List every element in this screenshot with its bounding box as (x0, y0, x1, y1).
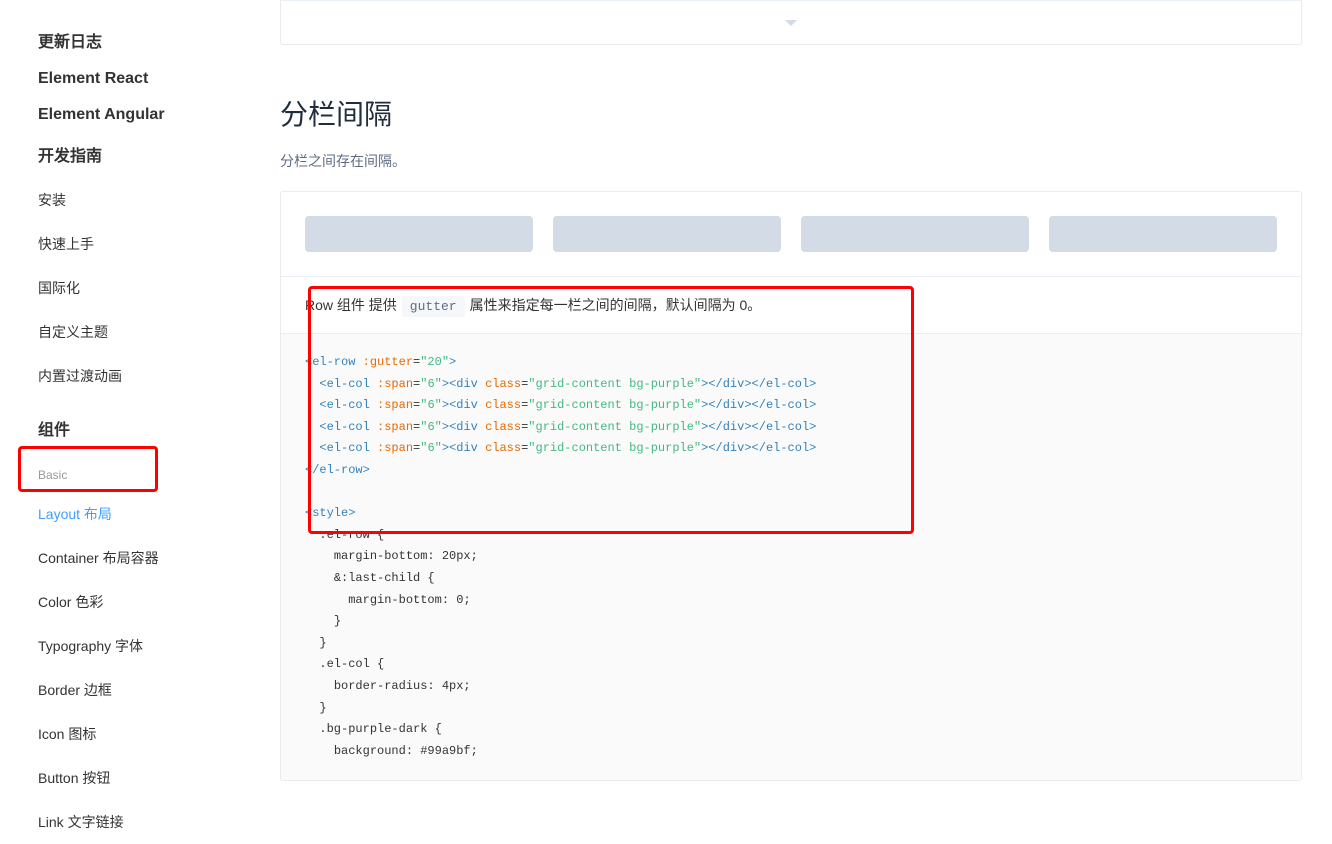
grid-block (801, 216, 1029, 252)
sidebar-item-container[interactable]: Container 布局容器 (38, 536, 280, 580)
demo-box-gutter: Row 组件 提供 gutter 属性来指定每一栏之间的间隔，默认间隔为 0。 <e… (280, 191, 1302, 781)
sidebar-group-devguide: 开发指南 (38, 142, 280, 166)
sidebar-item-react[interactable]: Element React (38, 70, 280, 88)
grid-col (543, 216, 791, 252)
sidebar-item-customtheme[interactable]: 自定义主题 (38, 310, 280, 354)
sidebar-item-quickstart[interactable]: 快速上手 (38, 222, 280, 266)
code-block: <el-row :gutter="20"> <el-col :span="6">… (281, 333, 1301, 780)
sidebar-subheading-basic: Basic (38, 452, 280, 492)
grid-block (305, 216, 533, 252)
grid-col (1039, 216, 1287, 252)
sidebar-item-button[interactable]: Button 按钮 (38, 756, 280, 800)
section-desc: 分栏之间存在间隔。 (280, 151, 1302, 171)
sidebar-item-layout[interactable]: Layout 布局 (38, 492, 280, 536)
main-content: 分栏间隔 分栏之间存在间隔。 Row 组件 提供 gutter 属性来指定每一栏之间… (280, 0, 1332, 782)
sidebar-group-components: 组件 (38, 416, 280, 440)
sidebar-item-icon[interactable]: Icon 图标 (38, 712, 280, 756)
grid-col (791, 216, 1039, 252)
demo-toggle-button[interactable] (281, 0, 1301, 44)
sidebar-item-transitions[interactable]: 内置过渡动画 (38, 354, 280, 398)
demo-meta: Row 组件 提供 gutter 属性来指定每一栏之间的间隔，默认间隔为 0。 (281, 276, 1301, 333)
prev-demo-box (280, 0, 1302, 45)
sidebar-item-i18n[interactable]: 国际化 (38, 266, 280, 310)
meta-inline-code: gutter (402, 296, 465, 317)
grid-row (295, 216, 1287, 252)
sidebar-item-link[interactable]: Link 文字链接 (38, 800, 280, 844)
sidebar-item-changelog[interactable]: 更新日志 (38, 28, 280, 52)
sidebar: 更新日志 Element React Element Angular 开发指南 … (0, 0, 280, 782)
meta-text-post: 属性来指定每一栏之间的间隔，默认间隔为 0。 (470, 297, 762, 313)
caret-down-icon (785, 20, 797, 26)
meta-text-pre: Row 组件 提供 (305, 297, 397, 313)
sidebar-item-install[interactable]: 安装 (38, 178, 280, 222)
sidebar-item-border[interactable]: Border 边框 (38, 668, 280, 712)
sidebar-item-angular[interactable]: Element Angular (38, 106, 280, 124)
section-title: 分栏间隔 (280, 93, 1302, 133)
sidebar-item-color[interactable]: Color 色彩 (38, 580, 280, 624)
grid-col (295, 216, 543, 252)
grid-block (1049, 216, 1277, 252)
demo-content (281, 192, 1301, 276)
grid-block (553, 216, 781, 252)
sidebar-item-typography[interactable]: Typography 字体 (38, 624, 280, 668)
